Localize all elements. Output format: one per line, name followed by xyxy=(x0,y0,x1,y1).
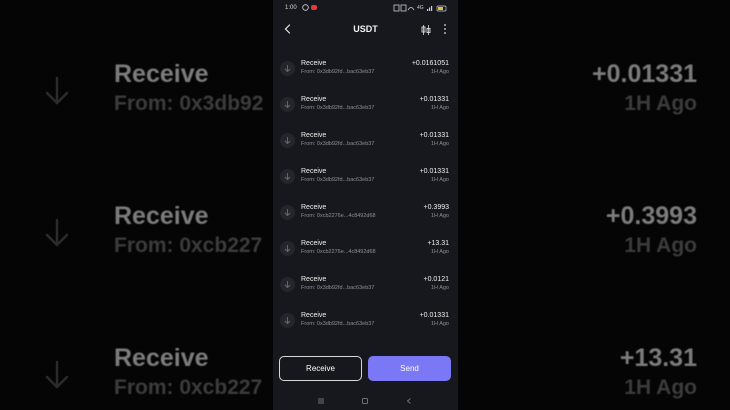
background-row: Receive From: 0xcb227 xyxy=(0,202,273,272)
transaction-type: Receive xyxy=(301,204,327,211)
background-time: 1H Ago xyxy=(624,92,697,115)
background-row: +0.01331 1H Ago xyxy=(458,60,730,130)
background-from: From: 0x3db92 xyxy=(114,92,264,115)
transaction-row[interactable]: Receive From: 0xcb2276e...4c8492d68 +13.… xyxy=(273,236,458,264)
receive-arrow-icon xyxy=(44,360,70,390)
nav-home-icon[interactable] xyxy=(359,394,371,406)
transaction-from: From: 0xcb2276e...4c8492d68 xyxy=(301,213,376,219)
receive-arrow-icon xyxy=(280,241,295,256)
background-type: Receive xyxy=(114,344,209,372)
transaction-row[interactable]: Receive From: 0x3db92fd...bac63eb37 +0.0… xyxy=(273,164,458,192)
background-type: Receive xyxy=(114,60,209,88)
system-nav-bar xyxy=(273,390,458,410)
transaction-time: 1H Ago xyxy=(430,285,449,291)
transaction-from: From: 0x3db92fd...bac63eb37 xyxy=(301,105,375,111)
receive-arrow-icon xyxy=(280,133,295,148)
kline-chart-icon[interactable] xyxy=(420,23,432,35)
transaction-from: From: 0xcb2276e...4c8492d68 xyxy=(301,249,376,255)
background-row: Receive From: 0xcb227 xyxy=(0,344,273,410)
transaction-amount: +0.0161051 xyxy=(411,60,449,67)
transaction-amount: +0.0121 xyxy=(423,276,450,283)
transaction-from: From: 0x3db92fd...bac63eb37 xyxy=(301,285,375,291)
background-time: 1H Ago xyxy=(624,234,697,257)
transaction-time: 1H Ago xyxy=(430,141,449,147)
transaction-row[interactable]: Receive From: 0x3db92fd...bac63eb37 +0.0… xyxy=(273,56,458,84)
background-row: +13.31 1H Ago xyxy=(458,344,730,410)
transaction-type: Receive xyxy=(301,240,327,247)
receive-arrow-icon xyxy=(280,61,295,76)
transaction-type: Receive xyxy=(301,96,327,103)
receive-arrow-icon xyxy=(280,277,295,292)
transaction-amount: +0.01331 xyxy=(419,312,449,319)
transaction-amount: +0.01331 xyxy=(419,168,449,175)
background-time: 1H Ago xyxy=(624,376,697,399)
network-label: 4G xyxy=(417,5,424,11)
transaction-time: 1H Ago xyxy=(430,177,449,183)
send-button[interactable]: Send xyxy=(368,356,451,381)
transaction-time: 1H Ago xyxy=(430,249,449,255)
receive-arrow-icon xyxy=(44,218,70,248)
receive-arrow-icon xyxy=(280,169,295,184)
background-from: From: 0xcb227 xyxy=(114,234,263,257)
transaction-amount: +13.31 xyxy=(427,240,449,247)
transaction-time: 1H Ago xyxy=(430,321,449,327)
transaction-row[interactable]: Receive From: 0x3db92fd...bac63eb37 +0.0… xyxy=(273,92,458,120)
whatsapp-icon xyxy=(302,4,309,11)
nav-menu-icon[interactable] xyxy=(315,394,327,406)
status-time: 1:00 xyxy=(285,5,297,11)
status-indicators: 4G xyxy=(393,4,448,12)
background-left-blur: Receive From: 0x3db92 Receive From: 0xcb… xyxy=(0,0,273,410)
transaction-row[interactable]: Receive From: 0x3db92fd...bac63eb37 +0.0… xyxy=(273,308,458,336)
nav-back-icon[interactable] xyxy=(403,394,415,406)
transaction-amount: +0.01331 xyxy=(419,132,449,139)
header: USDT xyxy=(273,18,458,42)
background-from: From: 0xcb227 xyxy=(114,376,263,399)
transaction-type: Receive xyxy=(301,60,327,67)
transaction-type: Receive xyxy=(301,312,327,319)
receive-button[interactable]: Receive xyxy=(279,356,362,381)
background-type: Receive xyxy=(114,202,209,230)
transaction-time: 1H Ago xyxy=(430,105,449,111)
transaction-amount: +0.01331 xyxy=(419,96,449,103)
receive-arrow-icon xyxy=(280,205,295,220)
background-right-blur: +0.01331 1H Ago +0.3993 1H Ago +13.31 1H… xyxy=(458,0,730,410)
phone-screen: 1:00 4G USDT Receive From: 0x3db92fd...b… xyxy=(273,0,458,410)
transaction-type: Receive xyxy=(301,276,327,283)
transaction-type: Receive xyxy=(301,168,327,175)
status-bar: 1:00 4G xyxy=(273,0,458,16)
transaction-time: 1H Ago xyxy=(430,213,449,219)
transaction-from: From: 0x3db92fd...bac63eb37 xyxy=(301,141,375,147)
receive-arrow-icon xyxy=(280,97,295,112)
transaction-type: Receive xyxy=(301,132,327,139)
background-row: +0.3993 1H Ago xyxy=(458,202,730,272)
background-amount: +13.31 xyxy=(619,344,697,372)
transaction-from: From: 0x3db92fd...bac63eb37 xyxy=(301,321,375,327)
transaction-from: From: 0x3db92fd...bac63eb37 xyxy=(301,69,375,75)
transaction-time: 1H Ago xyxy=(430,69,449,75)
transaction-amount: +0.3993 xyxy=(423,204,450,211)
notification-badge-icon xyxy=(311,5,317,10)
background-amount: +0.01331 xyxy=(592,60,697,88)
receive-arrow-icon xyxy=(280,313,295,328)
background-amount: +0.3993 xyxy=(605,202,697,230)
more-vertical-icon[interactable] xyxy=(441,22,449,36)
transaction-row[interactable]: Receive From: 0x3db92fd...bac63eb37 +0.0… xyxy=(273,272,458,300)
transaction-row[interactable]: Receive From: 0x3db92fd...bac63eb37 +0.0… xyxy=(273,128,458,156)
transaction-row[interactable]: Receive From: 0xcb2276e...4c8492d68 +0.3… xyxy=(273,200,458,228)
background-row: Receive From: 0x3db92 xyxy=(0,60,273,130)
transaction-from: From: 0x3db92fd...bac63eb37 xyxy=(301,177,375,183)
receive-arrow-icon xyxy=(44,76,70,106)
